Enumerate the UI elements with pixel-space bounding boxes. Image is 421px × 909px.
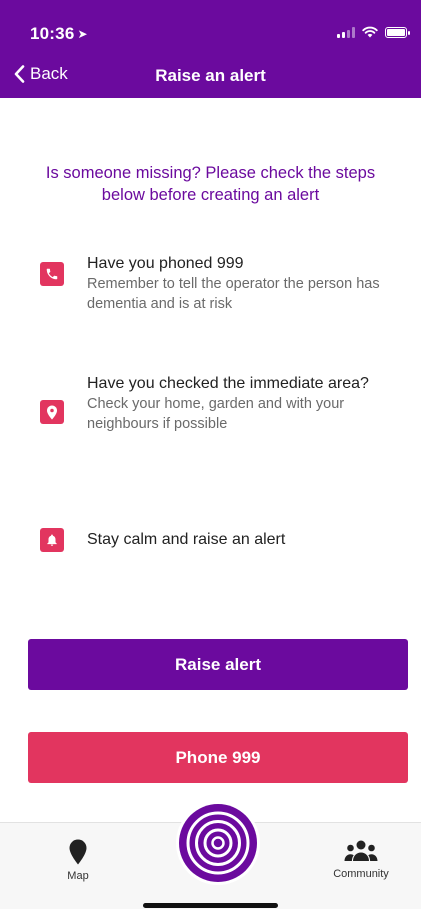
intro-text: Is someone missing? Please check the ste… — [45, 164, 376, 204]
alert-center-button[interactable] — [179, 804, 257, 882]
step-title: Have you phoned 999 — [87, 255, 244, 272]
back-label: Back — [30, 64, 68, 83]
status-icons — [337, 26, 410, 38]
step-title: Have you checked the immediate area? — [87, 375, 369, 392]
step-stay-calm: Stay calm and raise an alert — [40, 523, 380, 557]
step-description: Check your home, garden and with your ne… — [87, 396, 345, 432]
status-bar: 10:36 ➤ — [0, 0, 421, 50]
location-pin-icon — [40, 400, 64, 424]
step-check-area: Have you checked the immediate area? Che… — [40, 373, 380, 434]
home-indicator — [143, 903, 278, 908]
step-title: Stay calm and raise an alert — [87, 531, 286, 548]
signal-icon — [337, 26, 355, 38]
nav-bar: Back Raise an alert — [0, 56, 421, 96]
top-bar: 10:36 ➤ Back Raise an alert — [0, 0, 421, 98]
phone-999-button[interactable]: Phone 999 — [28, 732, 408, 783]
back-button[interactable]: Back — [14, 64, 68, 84]
tab-map-label: Map — [67, 870, 89, 882]
status-time: 10:36 ➤ — [30, 24, 88, 44]
location-arrow-icon: ➤ — [77, 27, 88, 41]
tab-community[interactable]: Community — [325, 839, 397, 880]
raise-alert-button[interactable]: Raise alert — [28, 639, 408, 690]
tab-community-label: Community — [333, 868, 389, 880]
community-icon — [344, 840, 378, 861]
bell-icon — [40, 528, 64, 552]
wifi-icon — [362, 26, 378, 38]
status-time-text: 10:36 — [30, 24, 75, 43]
phone-icon — [40, 262, 64, 286]
tab-map[interactable]: Map — [55, 839, 101, 882]
chevron-left-icon — [14, 65, 25, 83]
step-description: Remember to tell the operator the person… — [87, 276, 380, 312]
map-pin-icon — [69, 839, 87, 865]
step-phone-999: Have you phoned 999 Remember to tell the… — [40, 253, 380, 314]
concentric-circles-icon — [186, 811, 250, 875]
battery-icon — [385, 26, 410, 38]
